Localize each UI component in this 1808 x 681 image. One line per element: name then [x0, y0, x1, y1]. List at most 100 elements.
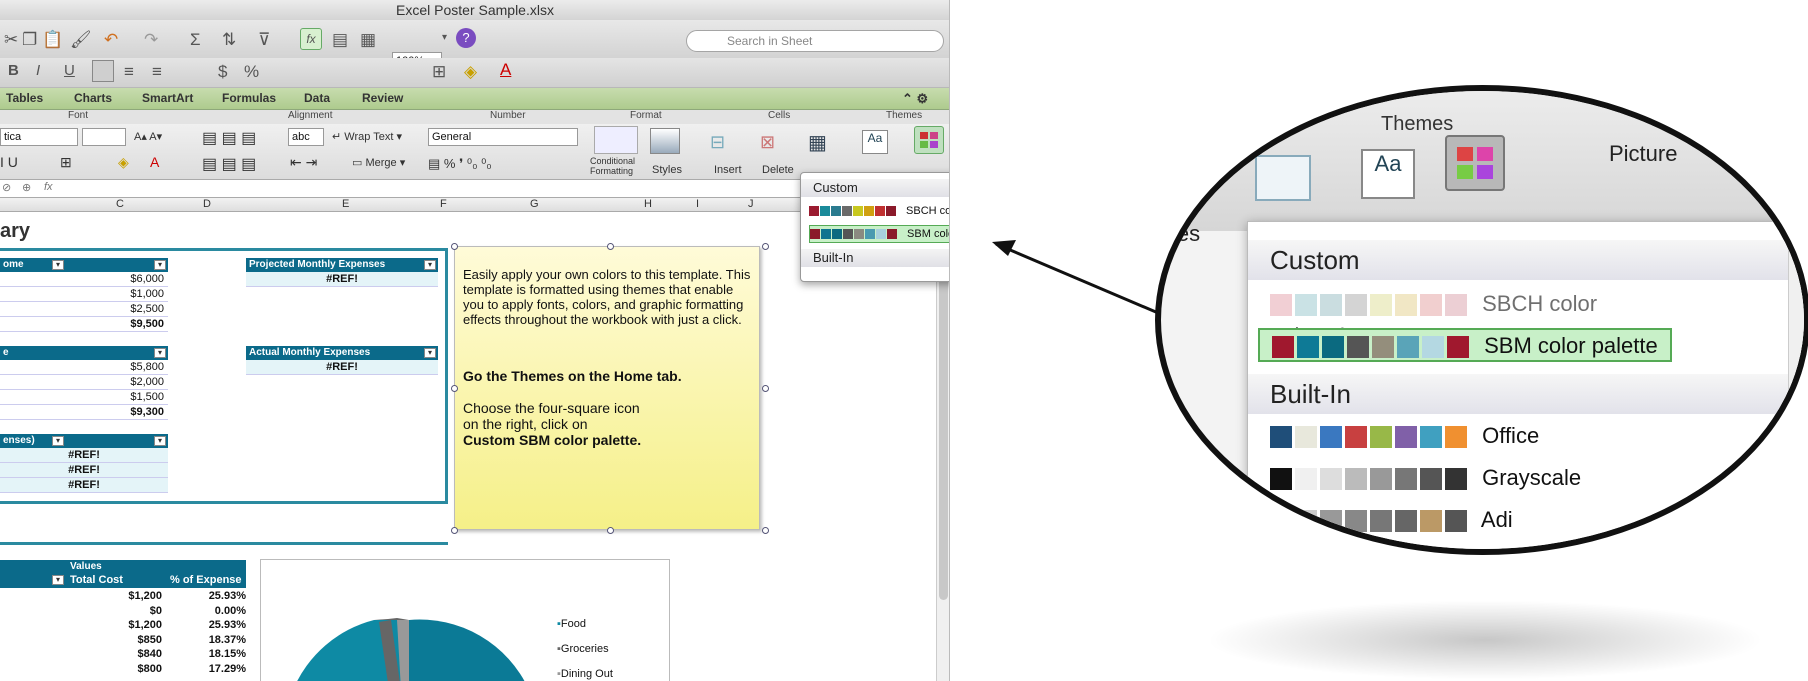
pivot-cost[interactable]: $850 — [68, 633, 162, 648]
pivot-pct[interactable]: 18.37% — [166, 633, 246, 648]
income-value[interactable]: $2,500 — [0, 302, 168, 317]
resize-handle[interactable] — [607, 243, 614, 250]
fill-color-icon[interactable]: ◈ — [464, 62, 477, 82]
number-format-select[interactable]: General — [428, 128, 578, 146]
section3-value[interactable]: #REF! — [0, 478, 168, 493]
filter-dropdown-icon[interactable]: ▾ — [52, 575, 64, 585]
tab-data[interactable]: Data — [304, 91, 330, 105]
paste-icon[interactable]: 📋 — [42, 30, 63, 50]
font-color-icon[interactable]: A — [500, 60, 511, 80]
italic-icon[interactable]: I U — [0, 154, 18, 170]
currency-button[interactable]: $ — [218, 62, 227, 82]
col-header[interactable]: D — [203, 198, 211, 210]
filter-dropdown-icon[interactable]: ▾ — [154, 436, 166, 446]
projected-value[interactable]: #REF! — [246, 272, 438, 287]
section2-total[interactable]: $9,300 — [0, 405, 168, 420]
pivot-cost[interactable]: $1,200 — [68, 618, 162, 633]
section2-value[interactable]: $2,000 — [0, 375, 168, 390]
filter-icon[interactable]: ⊽ — [258, 30, 270, 50]
filter-dropdown-icon[interactable]: ▾ — [52, 260, 64, 270]
vertical-scrollbar[interactable] — [936, 212, 949, 681]
col-header[interactable]: F — [440, 198, 447, 210]
filter-dropdown-icon[interactable]: ▾ — [154, 260, 166, 270]
pivot-pct[interactable]: 18.15% — [166, 647, 246, 662]
pivot-pct[interactable]: 25.93% — [166, 589, 246, 604]
font-color-icon[interactable]: A — [150, 154, 159, 170]
italic-button[interactable]: I — [36, 62, 40, 79]
redo-icon[interactable]: ↷ — [144, 30, 158, 50]
pivot-cost[interactable]: $0 — [68, 604, 162, 619]
tab-charts[interactable]: Charts — [74, 91, 112, 105]
toolbox-icon[interactable]: ▦ — [360, 30, 376, 50]
pivot-cost[interactable]: $840 — [68, 647, 162, 662]
conditional-formatting-icon[interactable] — [594, 126, 638, 154]
delete-label[interactable]: Delete — [762, 164, 794, 176]
font-size-select[interactable] — [82, 128, 126, 146]
income-header[interactable]: ome — [0, 258, 168, 272]
gallery-icon[interactable]: ▤ — [332, 30, 348, 50]
pivot-pct[interactable]: 25.93% — [166, 618, 246, 633]
copy-icon[interactable]: ❐ — [22, 30, 37, 50]
col-header[interactable]: J — [748, 198, 754, 210]
resize-handle[interactable] — [762, 527, 769, 534]
underline-button[interactable]: U — [64, 62, 75, 79]
col-header[interactable]: I — [696, 198, 699, 210]
tab-formulas[interactable]: Formulas — [222, 91, 276, 105]
pivot-cost[interactable]: $800 — [68, 662, 162, 677]
percent-button[interactable]: % — [244, 62, 259, 82]
theme-colors-button[interactable] — [914, 126, 944, 154]
align-right-icon[interactable]: ≡ — [152, 62, 162, 82]
tab-smartart[interactable]: SmartArt — [142, 91, 193, 105]
tab-tables[interactable]: Tables — [6, 91, 43, 105]
pivot-pct[interactable]: 17.29% — [166, 662, 246, 677]
section3-value[interactable]: #REF! — [0, 463, 168, 478]
merge-button[interactable]: ▭ Merge ▾ — [352, 156, 405, 169]
section2-value[interactable]: $1,500 — [0, 390, 168, 405]
wrap-text-button[interactable]: ↵ Wrap Text ▾ — [332, 130, 402, 143]
font-name-select[interactable]: tica — [0, 128, 78, 146]
borders-icon[interactable]: ⊞ — [60, 154, 72, 171]
col-header[interactable]: H — [644, 198, 652, 210]
pivot-pct[interactable]: 0.00% — [166, 604, 246, 619]
income-value[interactable]: $6,000 — [0, 272, 168, 287]
cut-icon[interactable]: ✂ — [4, 30, 18, 50]
col-header[interactable]: E — [342, 198, 349, 210]
section3-header[interactable]: enses) — [0, 434, 168, 448]
resize-handle[interactable] — [451, 527, 458, 534]
col-header[interactable]: G — [530, 198, 539, 210]
section3-value[interactable]: #REF! — [0, 448, 168, 463]
pivot-cost[interactable]: $1,200 — [68, 589, 162, 604]
help-icon[interactable]: ? — [456, 28, 476, 48]
instruction-note[interactable]: Easily apply your own colors to this tem… — [454, 246, 760, 530]
resize-handle[interactable] — [762, 243, 769, 250]
section2-value[interactable]: $5,800 — [0, 360, 168, 375]
align-center-icon[interactable]: ≡ — [124, 62, 134, 82]
align-left-icon[interactable] — [92, 60, 114, 82]
fill-color-icon[interactable]: ◈ — [118, 154, 129, 171]
insert-cells-icon[interactable]: ⊟ — [710, 132, 725, 153]
resize-handle[interactable] — [762, 385, 769, 392]
resize-handle[interactable] — [451, 385, 458, 392]
grow-font-icon[interactable]: A▴ A▾ — [134, 130, 162, 143]
income-total[interactable]: $9,500 — [0, 317, 168, 332]
align-left-icon[interactable]: ▤ ▤ ▤ — [202, 154, 256, 174]
styles-label[interactable]: Styles — [652, 164, 682, 176]
borders-icon[interactable]: ⊞ — [432, 62, 446, 82]
delete-cells-icon[interactable]: ⊠ — [760, 132, 775, 153]
resize-handle[interactable] — [607, 527, 614, 534]
chevron-down-icon[interactable]: ▾ — [442, 32, 447, 43]
search-input[interactable]: Search in Sheet — [686, 30, 944, 52]
number-format-buttons[interactable]: ▤ % ❜ ⁰₀ ⁰₀ — [428, 156, 492, 172]
sort-icon[interactable]: ⇅ — [222, 30, 236, 50]
orientation-button[interactable]: abc — [288, 128, 324, 146]
format-cells-icon[interactable]: ▦ — [808, 130, 827, 155]
conditional-formatting-label[interactable]: Conditional Formatting — [590, 156, 646, 176]
insert-label[interactable]: Insert — [714, 164, 742, 176]
pie-chart[interactable]: ▪Food ▪Groceries ▪Dining Out — [260, 559, 670, 681]
indent-icon[interactable]: ⇤ ⇥ — [290, 154, 317, 171]
actual-value[interactable]: #REF! — [246, 360, 438, 375]
actual-header[interactable]: Actual Monthly Expenses — [246, 346, 438, 360]
tab-review[interactable]: Review — [362, 91, 403, 105]
autosum-icon[interactable]: Σ — [190, 30, 201, 50]
styles-icon[interactable] — [650, 128, 680, 154]
